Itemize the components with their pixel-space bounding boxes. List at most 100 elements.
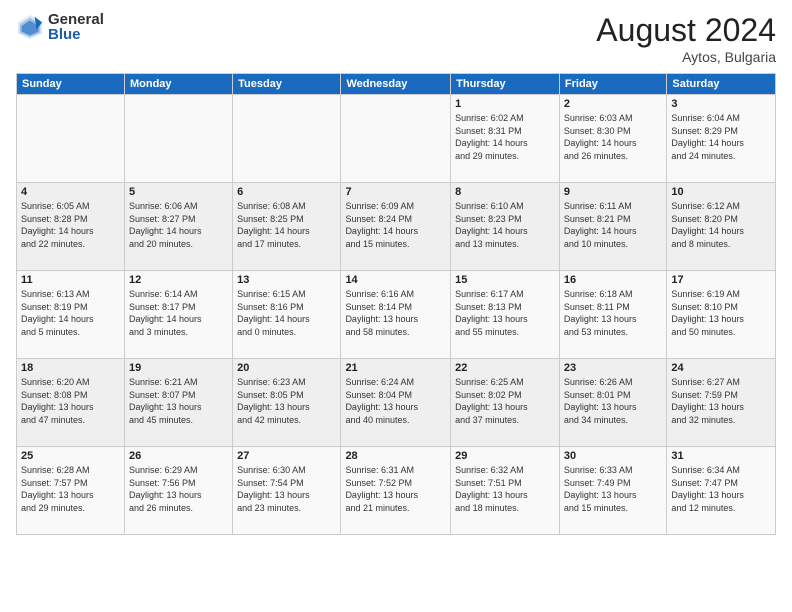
day-number: 17 <box>671 274 771 286</box>
day-number: 25 <box>21 450 120 462</box>
week-row-1: 4 Sunrise: 6:05 AM Sunset: 8:28 PM Daylig… <box>17 183 776 271</box>
day-info: Sunrise: 6:19 AM Sunset: 8:10 PM Dayligh… <box>671 288 771 338</box>
day-cell: 13 Sunrise: 6:15 AM Sunset: 8:16 PM Dayli… <box>233 271 341 359</box>
day-number: 20 <box>237 362 336 374</box>
day-info: Sunrise: 6:02 AM Sunset: 8:31 PM Dayligh… <box>455 112 555 162</box>
day-number: 18 <box>21 362 120 374</box>
day-cell: 19 Sunrise: 6:21 AM Sunset: 8:07 PM Dayli… <box>124 359 232 447</box>
day-info: Sunrise: 6:10 AM Sunset: 8:23 PM Dayligh… <box>455 200 555 250</box>
day-cell: 17 Sunrise: 6:19 AM Sunset: 8:10 PM Dayli… <box>667 271 776 359</box>
day-cell: 24 Sunrise: 6:27 AM Sunset: 7:59 PM Dayli… <box>667 359 776 447</box>
day-info: Sunrise: 6:03 AM Sunset: 8:30 PM Dayligh… <box>564 112 662 162</box>
day-info: Sunrise: 6:30 AM Sunset: 7:54 PM Dayligh… <box>237 464 336 514</box>
logo-text: General Blue <box>48 12 104 42</box>
week-row-4: 25 Sunrise: 6:28 AM Sunset: 7:57 PM Dayli… <box>17 447 776 535</box>
day-info: Sunrise: 6:29 AM Sunset: 7:56 PM Dayligh… <box>129 464 228 514</box>
day-cell <box>17 95 125 183</box>
day-info: Sunrise: 6:21 AM Sunset: 8:07 PM Dayligh… <box>129 376 228 426</box>
day-info: Sunrise: 6:08 AM Sunset: 8:25 PM Dayligh… <box>237 200 336 250</box>
day-cell: 15 Sunrise: 6:17 AM Sunset: 8:13 PM Dayli… <box>451 271 560 359</box>
day-number: 30 <box>564 450 662 462</box>
day-number: 4 <box>21 186 120 198</box>
day-cell: 7 Sunrise: 6:09 AM Sunset: 8:24 PM Daylig… <box>341 183 451 271</box>
day-info: Sunrise: 6:12 AM Sunset: 8:20 PM Dayligh… <box>671 200 771 250</box>
day-info: Sunrise: 6:06 AM Sunset: 8:27 PM Dayligh… <box>129 200 228 250</box>
day-info: Sunrise: 6:33 AM Sunset: 7:49 PM Dayligh… <box>564 464 662 514</box>
day-cell: 23Sunrise: 6:26 AM Sunset: 8:01 PM Dayli… <box>559 359 666 447</box>
day-number: 28 <box>345 450 446 462</box>
day-info: Sunrise: 6:32 AM Sunset: 7:51 PM Dayligh… <box>455 464 555 514</box>
day-cell: 10Sunrise: 6:12 AM Sunset: 8:20 PM Dayli… <box>667 183 776 271</box>
day-number: 9 <box>564 186 662 198</box>
day-cell: 2 Sunrise: 6:03 AM Sunset: 8:30 PM Daylig… <box>559 95 666 183</box>
day-number: 2 <box>564 98 662 110</box>
header-sunday: Sunday <box>17 74 125 95</box>
day-info: Sunrise: 6:28 AM Sunset: 7:57 PM Dayligh… <box>21 464 120 514</box>
day-info: Sunrise: 6:31 AM Sunset: 7:52 PM Dayligh… <box>345 464 446 514</box>
day-number: 14 <box>345 274 446 286</box>
day-cell: 9Sunrise: 6:11 AM Sunset: 8:21 PM Daylig… <box>559 183 666 271</box>
title-block: August 2024 Aytos, Bulgaria <box>596 12 776 65</box>
day-number: 19 <box>129 362 228 374</box>
day-cell: 31 Sunrise: 6:34 AM Sunset: 7:47 PM Dayli… <box>667 447 776 535</box>
day-info: Sunrise: 6:24 AM Sunset: 8:04 PM Dayligh… <box>345 376 446 426</box>
day-info: Sunrise: 6:05 AM Sunset: 8:28 PM Dayligh… <box>21 200 120 250</box>
day-info: Sunrise: 6:25 AM Sunset: 8:02 PM Dayligh… <box>455 376 555 426</box>
calendar-body: 1Sunrise: 6:02 AM Sunset: 8:31 PM Daylig… <box>17 95 776 535</box>
page: General Blue August 2024 Aytos, Bulgaria… <box>0 0 792 612</box>
day-cell: 29 Sunrise: 6:32 AM Sunset: 7:51 PM Dayli… <box>451 447 560 535</box>
day-cell: 8 Sunrise: 6:10 AM Sunset: 8:23 PM Daylig… <box>451 183 560 271</box>
day-cell: 12Sunrise: 6:14 AM Sunset: 8:17 PM Dayli… <box>124 271 232 359</box>
day-cell: 16Sunrise: 6:18 AM Sunset: 8:11 PM Dayli… <box>559 271 666 359</box>
day-info: Sunrise: 6:04 AM Sunset: 8:29 PM Dayligh… <box>671 112 771 162</box>
day-number: 13 <box>237 274 336 286</box>
day-info: Sunrise: 6:16 AM Sunset: 8:14 PM Dayligh… <box>345 288 446 338</box>
logo-icon <box>16 13 44 41</box>
header-tuesday: Tuesday <box>233 74 341 95</box>
calendar-table: Sunday Monday Tuesday Wednesday Thursday… <box>16 73 776 535</box>
day-number: 29 <box>455 450 555 462</box>
day-number: 26 <box>129 450 228 462</box>
day-number: 31 <box>671 450 771 462</box>
header-monday: Monday <box>124 74 232 95</box>
day-cell <box>124 95 232 183</box>
week-row-3: 18 Sunrise: 6:20 AM Sunset: 8:08 PM Dayli… <box>17 359 776 447</box>
day-info: Sunrise: 6:20 AM Sunset: 8:08 PM Dayligh… <box>21 376 120 426</box>
day-number: 15 <box>455 274 555 286</box>
day-info: Sunrise: 6:27 AM Sunset: 7:59 PM Dayligh… <box>671 376 771 426</box>
day-info: Sunrise: 6:23 AM Sunset: 8:05 PM Dayligh… <box>237 376 336 426</box>
day-cell: 27Sunrise: 6:30 AM Sunset: 7:54 PM Dayli… <box>233 447 341 535</box>
day-cell: 11Sunrise: 6:13 AM Sunset: 8:19 PM Dayli… <box>17 271 125 359</box>
header-wednesday: Wednesday <box>341 74 451 95</box>
day-cell: 5Sunrise: 6:06 AM Sunset: 8:27 PM Daylig… <box>124 183 232 271</box>
day-cell: 14 Sunrise: 6:16 AM Sunset: 8:14 PM Dayli… <box>341 271 451 359</box>
week-row-2: 11Sunrise: 6:13 AM Sunset: 8:19 PM Dayli… <box>17 271 776 359</box>
day-cell: 21Sunrise: 6:24 AM Sunset: 8:04 PM Dayli… <box>341 359 451 447</box>
day-number: 7 <box>345 186 446 198</box>
day-number: 22 <box>455 362 555 374</box>
day-number: 12 <box>129 274 228 286</box>
day-cell: 18 Sunrise: 6:20 AM Sunset: 8:08 PM Dayli… <box>17 359 125 447</box>
day-number: 11 <box>21 274 120 286</box>
week-row-0: 1Sunrise: 6:02 AM Sunset: 8:31 PM Daylig… <box>17 95 776 183</box>
day-info: Sunrise: 6:15 AM Sunset: 8:16 PM Dayligh… <box>237 288 336 338</box>
day-number: 24 <box>671 362 771 374</box>
header-thursday: Thursday <box>451 74 560 95</box>
day-number: 8 <box>455 186 555 198</box>
calendar-title: August 2024 <box>596 12 776 49</box>
day-info: Sunrise: 6:17 AM Sunset: 8:13 PM Dayligh… <box>455 288 555 338</box>
day-number: 3 <box>671 98 771 110</box>
day-cell: 22 Sunrise: 6:25 AM Sunset: 8:02 PM Dayli… <box>451 359 560 447</box>
day-cell <box>233 95 341 183</box>
day-cell: 26 Sunrise: 6:29 AM Sunset: 7:56 PM Dayli… <box>124 447 232 535</box>
weekday-header-row: Sunday Monday Tuesday Wednesday Thursday… <box>17 74 776 95</box>
day-info: Sunrise: 6:34 AM Sunset: 7:47 PM Dayligh… <box>671 464 771 514</box>
day-cell: 30 Sunrise: 6:33 AM Sunset: 7:49 PM Dayli… <box>559 447 666 535</box>
day-cell: 3 Sunrise: 6:04 AM Sunset: 8:29 PM Daylig… <box>667 95 776 183</box>
day-cell: 25 Sunrise: 6:28 AM Sunset: 7:57 PM Dayli… <box>17 447 125 535</box>
day-number: 16 <box>564 274 662 286</box>
day-info: Sunrise: 6:26 AM Sunset: 8:01 PM Dayligh… <box>564 376 662 426</box>
calendar-subtitle: Aytos, Bulgaria <box>596 49 776 65</box>
day-info: Sunrise: 6:09 AM Sunset: 8:24 PM Dayligh… <box>345 200 446 250</box>
header-friday: Friday <box>559 74 666 95</box>
